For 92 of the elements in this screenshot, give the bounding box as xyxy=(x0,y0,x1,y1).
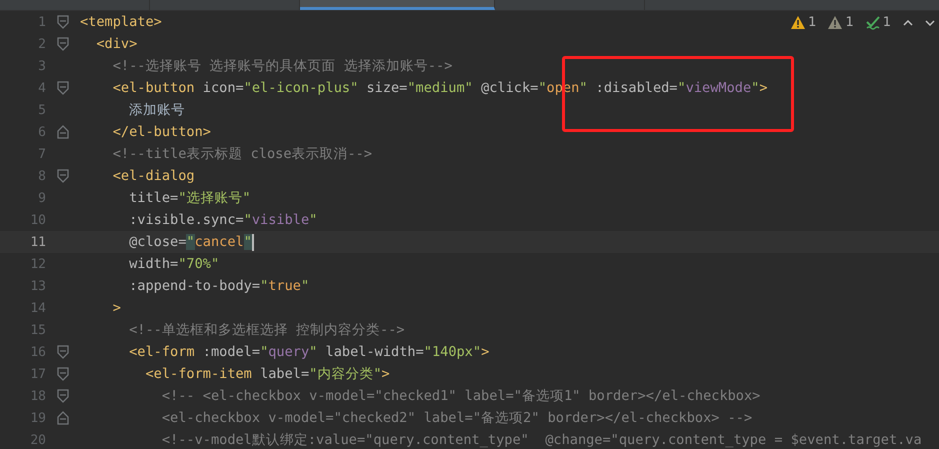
line-number: 12 xyxy=(29,256,46,272)
code-comment: <!-- <el-checkbox v-model="checked1" label="备选项1" border></el-checkbox> xyxy=(160,387,760,405)
code-token: " xyxy=(244,212,252,228)
fold-icon[interactable] xyxy=(57,389,69,403)
line-number: 20 xyxy=(29,432,46,448)
code-token: label-width= xyxy=(324,344,424,360)
code-token: " xyxy=(260,278,268,294)
line-number: 5 xyxy=(37,102,46,118)
editor-tab[interactable] xyxy=(300,0,495,10)
code-token: :model= xyxy=(202,344,260,360)
line-number: 16 xyxy=(29,344,46,360)
fold-icon[interactable] xyxy=(57,169,69,183)
fold-icon[interactable] xyxy=(57,37,69,51)
line-number: 17 xyxy=(29,366,46,382)
line-number: 8 xyxy=(37,168,46,184)
code-token: > xyxy=(481,344,490,360)
code-comment: <!--v-model默认绑定:value="query.content_type" @change="query.content_type = $event.target.va xyxy=(160,431,922,449)
code-token: icon= xyxy=(202,80,244,96)
line-number: 19 xyxy=(29,410,46,426)
code-token: size= xyxy=(365,80,408,96)
code-token: visible xyxy=(252,212,310,228)
problem-count: 1 xyxy=(808,15,816,30)
line-number: 2 xyxy=(37,36,46,52)
fold-icon[interactable] xyxy=(57,15,69,29)
code-token: <el-dialog xyxy=(112,168,195,184)
line-number: 1 xyxy=(37,14,46,30)
line-number: 6 xyxy=(37,124,46,140)
text-cursor xyxy=(252,234,254,250)
code-token: "el-icon-plus" xyxy=(244,80,358,96)
code-token: " xyxy=(751,80,760,96)
line-number: 11 xyxy=(29,234,46,250)
code-token: query xyxy=(268,344,310,360)
line-number: 4 xyxy=(37,80,46,96)
code-token: " xyxy=(309,212,318,228)
code-token: <template> xyxy=(80,14,162,30)
quote-match: " xyxy=(244,234,252,250)
code-token: width= xyxy=(128,256,178,272)
line-number: 13 xyxy=(29,278,46,294)
code-token: "140px" xyxy=(424,344,482,360)
line-number: 15 xyxy=(29,322,46,338)
fold-icon[interactable] xyxy=(57,345,69,359)
warning-icon[interactable] xyxy=(791,16,806,29)
code-token: " xyxy=(579,80,588,96)
code-token: " xyxy=(301,278,310,294)
code-token: "内容分类" xyxy=(309,365,382,383)
code-token: <el-form-item xyxy=(144,366,253,382)
code-text: 添加账号 xyxy=(128,101,186,119)
code-token: " xyxy=(678,80,686,96)
code-token: " xyxy=(538,80,547,96)
code-token: "medium" xyxy=(407,80,473,96)
code-token: :visible.sync= xyxy=(128,212,244,228)
code-token: "选择账号" xyxy=(178,189,251,207)
chevron-down-icon[interactable] xyxy=(925,20,935,26)
warning-icon[interactable] xyxy=(828,16,842,29)
code-token: :append-to-body= xyxy=(128,278,260,294)
fold-icon[interactable] xyxy=(57,367,69,381)
code-comment: <el-checkbox v-model="checked2" label="备选项2" border></el-checkbox> --> xyxy=(160,409,752,427)
code-token: :disabled= xyxy=(594,80,678,96)
code-token: label= xyxy=(260,366,310,382)
fold-end-icon[interactable] xyxy=(57,411,69,425)
line-number: 7 xyxy=(37,146,46,162)
code-token: <el-form xyxy=(128,344,196,360)
fold-end-icon[interactable] xyxy=(57,125,69,139)
fold-icon[interactable] xyxy=(57,81,69,95)
line-number: 18 xyxy=(29,388,46,404)
code-token: @close= xyxy=(128,234,186,250)
code-token: </el-button> xyxy=(112,124,211,140)
problem-count: 1 xyxy=(882,15,891,30)
code-token: "70%" xyxy=(178,256,220,272)
code-comment: <!--title表示标题 close表示取消--> xyxy=(112,145,372,163)
code-comment: <!--单选框和多选框选择 控制内容分类--> xyxy=(128,321,405,339)
line-number: 3 xyxy=(37,58,46,74)
code-comment: <!--选择账号 选择账号的具体页面 选择添加账号--> xyxy=(112,57,452,75)
code-token: <div> xyxy=(95,36,138,52)
quote-match: " xyxy=(186,234,195,250)
code-token: > xyxy=(759,80,768,96)
line-number: 14 xyxy=(29,300,46,316)
code-token: cancel xyxy=(194,234,244,250)
line-number: 9 xyxy=(37,190,46,206)
code-token: > xyxy=(112,300,121,316)
code-token: " xyxy=(309,344,318,360)
code-token: > xyxy=(382,366,390,382)
problem-count: 1 xyxy=(845,15,854,30)
code-token: viewMode xyxy=(686,80,752,96)
code-token: <el-button xyxy=(112,80,196,96)
check-icon[interactable] xyxy=(866,16,880,30)
code-token: title= xyxy=(128,190,178,206)
line-number: 10 xyxy=(29,212,46,228)
code-token: true xyxy=(268,278,301,294)
code-token: @click= xyxy=(480,80,538,96)
code-token: " xyxy=(260,344,268,360)
chevron-up-icon[interactable] xyxy=(903,20,913,26)
